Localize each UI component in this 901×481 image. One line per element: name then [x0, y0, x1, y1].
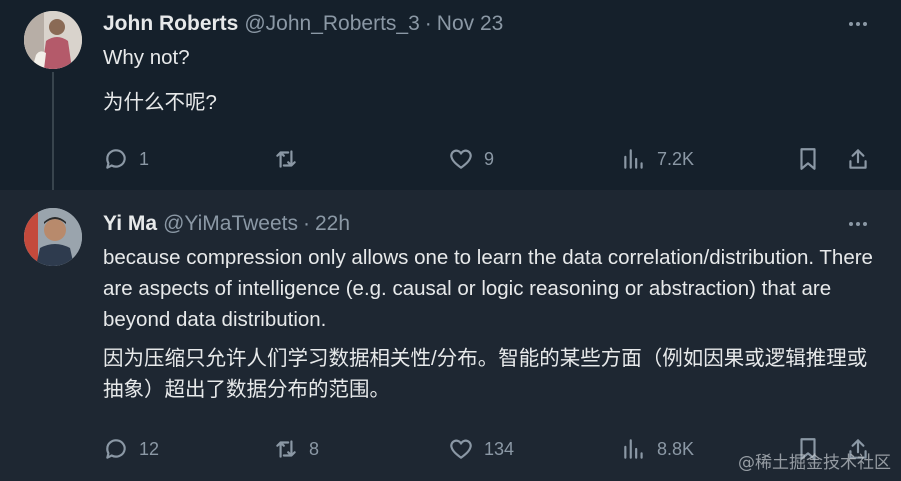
tweet-text-english: Why not?: [103, 46, 190, 69]
tweet-yi-ma[interactable]: Yi Ma @YiMaTweets · 22h because compress…: [0, 190, 901, 481]
tweet-john-roberts[interactable]: John Roberts @John_Roberts_3 · Nov 23 Wh…: [0, 0, 901, 190]
views-count: 8.8K: [657, 438, 695, 459]
views-button[interactable]: 8.8K: [621, 432, 694, 466]
retweet-button[interactable]: [273, 142, 309, 176]
reply-button[interactable]: 1: [103, 142, 149, 176]
watermark: @稀土掘金技术社区: [738, 453, 891, 473]
separator-dot: ·: [303, 212, 310, 235]
reply-button[interactable]: 12: [103, 432, 159, 466]
tweet-header: Yi Ma @YiMaTweets · 22h: [103, 212, 350, 238]
like-count: 134: [484, 438, 515, 459]
action-bar: 1 9 7.2K: [103, 142, 883, 176]
author-handle[interactable]: @John_Roberts_3: [244, 12, 419, 36]
tweet-header: John Roberts @John_Roberts_3 · Nov 23: [103, 12, 503, 38]
retweet-button[interactable]: 8: [273, 432, 319, 466]
bookmark-button[interactable]: [795, 142, 821, 176]
reply-icon: [106, 439, 126, 459]
thread-line: [52, 72, 54, 190]
retweet-icon: [276, 150, 296, 168]
views-count: 7.2K: [657, 148, 695, 169]
reply-count: 12: [139, 438, 160, 459]
like-button[interactable]: 134: [448, 432, 514, 466]
views-button[interactable]: 7.2K: [621, 142, 694, 176]
like-icon: [450, 439, 472, 459]
separator-dot: ·: [424, 12, 432, 35]
like-icon: [450, 149, 472, 169]
avatar[interactable]: [24, 11, 82, 69]
timestamp[interactable]: Nov 23: [437, 12, 504, 36]
tweet-text-chinese: 因为压缩只允许人们学习数据相关性/分布。智能的某些方面（例如因果或逻辑推理或抽象…: [103, 347, 868, 401]
views-icon: [624, 149, 643, 169]
share-icon: [849, 149, 867, 169]
bookmark-icon: [800, 148, 816, 170]
timestamp[interactable]: 22h: [315, 212, 350, 236]
retweet-count: 8: [309, 438, 320, 459]
share-button[interactable]: [845, 142, 871, 176]
tweet-text-chinese: 为什么不呢?: [103, 91, 217, 114]
like-count: 9: [484, 148, 495, 169]
tweet-text-english: because compression only allows one to l…: [103, 246, 873, 331]
like-button[interactable]: 9: [448, 142, 494, 176]
reply-icon: [106, 149, 126, 169]
author-name[interactable]: Yi Ma: [103, 212, 157, 236]
author-handle[interactable]: @YiMaTweets: [163, 212, 298, 236]
avatar[interactable]: [24, 208, 82, 266]
reply-count: 1: [139, 148, 150, 169]
more-icon[interactable]: [843, 214, 873, 234]
views-icon: [624, 439, 643, 459]
author-name[interactable]: John Roberts: [103, 12, 238, 36]
more-icon[interactable]: [843, 14, 873, 34]
retweet-icon: [276, 440, 296, 458]
